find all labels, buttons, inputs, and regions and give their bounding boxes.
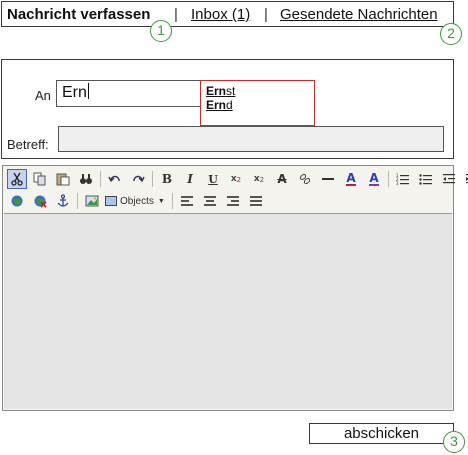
toolbar-divider: [388, 171, 389, 187]
underline-icon[interactable]: U: [203, 169, 223, 189]
highlight-color-icon[interactable]: A: [364, 169, 384, 189]
nav-sent-link[interactable]: Gesendete Nachrichten: [280, 6, 438, 23]
subscript-icon[interactable]: x2: [226, 169, 246, 189]
nav-separator: |: [264, 6, 268, 23]
toolbar-row-2: Objects ▼: [7, 190, 269, 212]
unordered-list-icon[interactable]: [416, 169, 436, 189]
toolbar-divider: [171, 193, 173, 209]
toolbar-row-1: B I U x2 x2 A A A 123: [7, 168, 468, 190]
autocomplete-rest: st: [226, 84, 236, 98]
subscript-mark: 2: [236, 175, 242, 184]
svg-text:3: 3: [396, 181, 399, 186]
unlink-icon[interactable]: [295, 169, 315, 189]
subject-label: Betreff:: [7, 137, 49, 152]
rich-text-editor: B I U x2 x2 A A A 123 Objects ▼: [2, 165, 468, 411]
align-center-icon[interactable]: [200, 191, 220, 211]
subject-input[interactable]: [58, 126, 444, 152]
to-input-value: Ern: [62, 84, 87, 101]
italic-icon[interactable]: I: [180, 169, 200, 189]
to-input[interactable]: Ern: [56, 80, 204, 107]
ordered-list-icon[interactable]: 123: [393, 169, 413, 189]
highlight-color-glyph: A: [369, 171, 379, 186]
autocomplete-match: Ern: [206, 98, 227, 112]
objects-label: Objects: [120, 195, 154, 207]
nav-inbox-link[interactable]: Inbox (1): [191, 6, 250, 23]
chevron-down-icon: ▼: [157, 197, 165, 205]
cut-icon[interactable]: [7, 169, 27, 189]
compose-header-form: An Ern Ernst Ernd Betreff:: [1, 59, 454, 159]
align-left-icon[interactable]: [177, 191, 197, 211]
toolbar-divider: [152, 171, 153, 187]
align-justify-icon[interactable]: [246, 191, 266, 211]
superscript-icon[interactable]: x2: [249, 169, 269, 189]
anchor-icon[interactable]: [53, 191, 73, 211]
step-marker-3: 3: [443, 431, 465, 453]
undo-icon[interactable]: [105, 169, 125, 189]
toolbar-divider: [100, 171, 101, 187]
font-color-icon[interactable]: A: [341, 169, 361, 189]
objects-icon: [105, 196, 117, 206]
remove-link-icon[interactable]: [30, 191, 50, 211]
text-caret: [87, 83, 89, 99]
image-icon[interactable]: [82, 191, 102, 211]
nav-bar: Nachricht verfassen | Inbox (1) | Gesend…: [1, 1, 454, 27]
autocomplete-dropdown: Ernst Ernd: [200, 80, 315, 126]
align-right-icon[interactable]: [223, 191, 243, 211]
nav-separator: |: [174, 6, 178, 23]
send-button[interactable]: abschicken: [309, 423, 454, 444]
horizontal-rule-icon[interactable]: [318, 169, 338, 189]
toolbar-divider: [77, 193, 78, 209]
bold-icon[interactable]: B: [157, 169, 177, 189]
step-marker-1: 1: [150, 20, 172, 42]
strikethrough-icon[interactable]: A: [272, 169, 292, 189]
autocomplete-rest: d: [226, 98, 233, 112]
message-body-input[interactable]: [4, 213, 452, 409]
link-icon[interactable]: [7, 191, 27, 211]
autocomplete-option[interactable]: Ernst: [206, 84, 314, 98]
find-icon[interactable]: [76, 169, 96, 189]
step-marker-2: 2: [440, 23, 462, 45]
redo-icon[interactable]: [128, 169, 148, 189]
to-label: An: [35, 88, 51, 103]
copy-icon[interactable]: [30, 169, 50, 189]
autocomplete-option[interactable]: Ernd: [206, 98, 314, 112]
outdent-icon[interactable]: [439, 169, 459, 189]
indent-icon[interactable]: [462, 169, 468, 189]
superscript-mark: 2: [259, 175, 265, 184]
font-color-glyph: A: [346, 171, 356, 186]
autocomplete-match: Ern: [206, 84, 227, 98]
nav-current-compose: Nachricht verfassen: [7, 6, 151, 23]
objects-dropdown[interactable]: Objects ▼: [105, 191, 165, 211]
paste-icon[interactable]: [53, 169, 73, 189]
